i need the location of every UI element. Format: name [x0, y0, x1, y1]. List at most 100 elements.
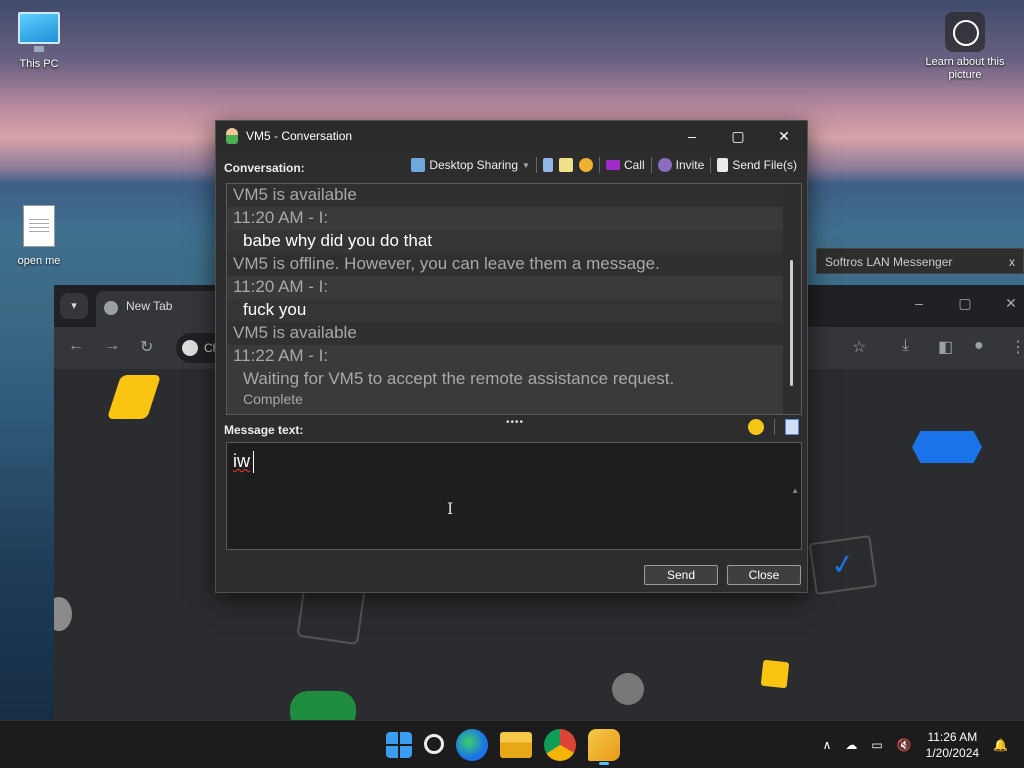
desktop-icon-label: This PC: [19, 58, 59, 70]
history-system-message: Waiting for VM5 to accept the remote ass…: [243, 369, 675, 388]
chrome-window-controls: – ▢ ✕: [896, 295, 1024, 312]
message-tools: [748, 419, 799, 435]
file-explorer-icon[interactable]: [500, 732, 532, 758]
message-input-text: iw: [233, 451, 250, 471]
toolbar-divider: [710, 157, 712, 173]
toolbar-buttons: Desktop Sharing ▼ Call Invite Send File(…: [411, 157, 797, 173]
window-controls: – ▢ ✕: [669, 121, 807, 151]
camera-info-icon: [945, 12, 985, 52]
conversation-toolbar: Conversation: Desktop Sharing ▼ Call Inv…: [216, 151, 807, 183]
invite-button[interactable]: Invite: [657, 158, 705, 172]
toolbar-divider: [774, 419, 775, 435]
chevron-down-icon: ▼: [522, 160, 530, 170]
text-document-icon: [23, 205, 55, 247]
send-files-label: Send File(s): [732, 158, 797, 172]
minimize-icon[interactable]: –: [896, 295, 942, 311]
edge-preview-icon[interactable]: [456, 729, 488, 761]
bookmark-star-icon[interactable]: ☆: [852, 337, 866, 357]
send-files-button[interactable]: Send File(s): [717, 158, 797, 172]
add-user-icon: [657, 158, 672, 172]
chrome-logo-icon: [182, 340, 198, 356]
clock[interactable]: 11:26 AM 1/20/2024: [926, 729, 979, 761]
learn-about-picture-label: Learn about this picture: [925, 56, 1005, 81]
taskbar: ∧ ☁ ▭ 🔇 11:26 AM 1/20/2024 🔔: [0, 720, 1024, 768]
splitter-grip[interactable]: ••••: [506, 417, 524, 428]
scrollbar-thumb[interactable]: [790, 260, 793, 386]
history-scrollbar[interactable]: [783, 184, 801, 414]
side-panel-icon[interactable]: ◧: [938, 337, 953, 357]
call-button[interactable]: Call: [605, 158, 645, 172]
system-tray: ∧ ☁ ▭ 🔇 11:26 AM 1/20/2024 🔔: [823, 729, 1008, 761]
gear-icon[interactable]: [578, 158, 593, 172]
invite-label: Invite: [675, 158, 705, 172]
toolbar-divider: [535, 157, 537, 173]
reload-icon[interactable]: ↻: [140, 337, 153, 357]
file-info-icon[interactable]: [558, 158, 573, 172]
softros-close-button[interactable]: x: [1009, 255, 1015, 269]
notification-bell-icon[interactable]: 🔔: [993, 738, 1008, 752]
text-format-icon[interactable]: [785, 419, 799, 435]
close-button[interactable]: Close: [727, 565, 801, 585]
desktop-icon-this-pc[interactable]: This PC: [4, 12, 74, 70]
message-scrollbar[interactable]: ▲▼: [791, 447, 799, 623]
desktop-icon-label: open me: [17, 255, 61, 267]
desktop-icon-open-me[interactable]: open me: [4, 205, 74, 267]
decorative-blue-shape: [912, 431, 982, 463]
volume-muted-icon[interactable]: 🔇: [897, 738, 912, 752]
search-icon[interactable]: [424, 734, 444, 754]
history-timestamp: 11:20 AM - I:: [227, 276, 801, 299]
tab-label: New Tab: [126, 299, 173, 313]
history-message: babe why did you do that: [227, 230, 801, 253]
conversation-history[interactable]: VM5 is available 11:20 AM - I: babe why …: [226, 183, 802, 415]
history-timestamp: 11:22 AM - I:: [227, 345, 801, 368]
decorative-green-shape: [290, 691, 356, 721]
minimize-icon[interactable]: –: [669, 121, 715, 151]
decorative-yellow-square: [760, 659, 790, 689]
desktop-sharing-label: Desktop Sharing: [429, 158, 519, 172]
window-title: VM5 - Conversation: [246, 129, 353, 143]
history-status-line: VM5 is offline. However, you can leave t…: [227, 253, 801, 276]
desktop-sharing-button[interactable]: Desktop Sharing ▼: [411, 158, 530, 172]
text-caret: [253, 451, 254, 474]
close-icon[interactable]: ✕: [761, 121, 807, 151]
softros-messenger-icon[interactable]: [588, 729, 620, 765]
conversation-label: Conversation:: [224, 161, 305, 175]
maximize-icon[interactable]: ▢: [942, 295, 988, 312]
chevron-up-icon[interactable]: ∧: [823, 738, 832, 752]
profile-icon[interactable]: ●: [974, 337, 984, 355]
history-status-line: VM5 is available: [227, 184, 801, 207]
back-arrow-icon[interactable]: ←: [68, 337, 84, 355]
softros-title: Softros LAN Messenger: [825, 255, 953, 269]
clock-date: 1/20/2024: [925, 746, 980, 760]
softros-messenger-window[interactable]: Softros LAN Messenger x: [816, 248, 1024, 274]
windows-start-icon[interactable]: [386, 732, 412, 758]
taskbar-apps: [386, 729, 620, 765]
learn-about-picture-button[interactable]: Learn about this picture: [920, 12, 1010, 82]
mouse-ibeam-cursor: I: [447, 499, 454, 518]
send-button[interactable]: Send: [644, 565, 718, 585]
network-icon[interactable]: ▭: [871, 738, 882, 752]
message-input[interactable]: iw I ▲▼: [226, 442, 802, 583]
chrome-logo-icon: [104, 301, 118, 315]
decorative-yellow-shape: [106, 375, 162, 419]
maximize-icon[interactable]: ▢: [715, 121, 761, 151]
conversation-window[interactable]: VM5 - Conversation – ▢ ✕ Conversation: Des…: [215, 120, 808, 593]
history-timestamp: 11:20 AM - I:: [227, 207, 801, 230]
menu-dots-icon[interactable]: ⋮: [1010, 337, 1024, 357]
decorative-gray-circle: [54, 597, 72, 631]
cloud-offline-icon[interactable]: ☁: [845, 738, 857, 752]
history-status-line: VM5 is available: [227, 322, 801, 345]
download-icon[interactable]: ⤓: [902, 337, 909, 355]
clock-time: 11:26 AM: [927, 730, 978, 744]
tab-search-button[interactable]: ▾: [60, 293, 88, 319]
chrome-icon[interactable]: [544, 729, 576, 761]
video-camera-icon: [605, 160, 620, 170]
computer-icon: [18, 12, 60, 52]
close-icon[interactable]: ✕: [988, 295, 1024, 312]
decorative-gray-circle: [612, 673, 644, 705]
notes-icon[interactable]: [542, 158, 553, 172]
forward-arrow-icon[interactable]: →: [104, 337, 120, 355]
decorative-laptop-check: ✓: [808, 534, 878, 596]
smiley-icon[interactable]: [748, 419, 764, 435]
user-icon: [226, 128, 238, 144]
